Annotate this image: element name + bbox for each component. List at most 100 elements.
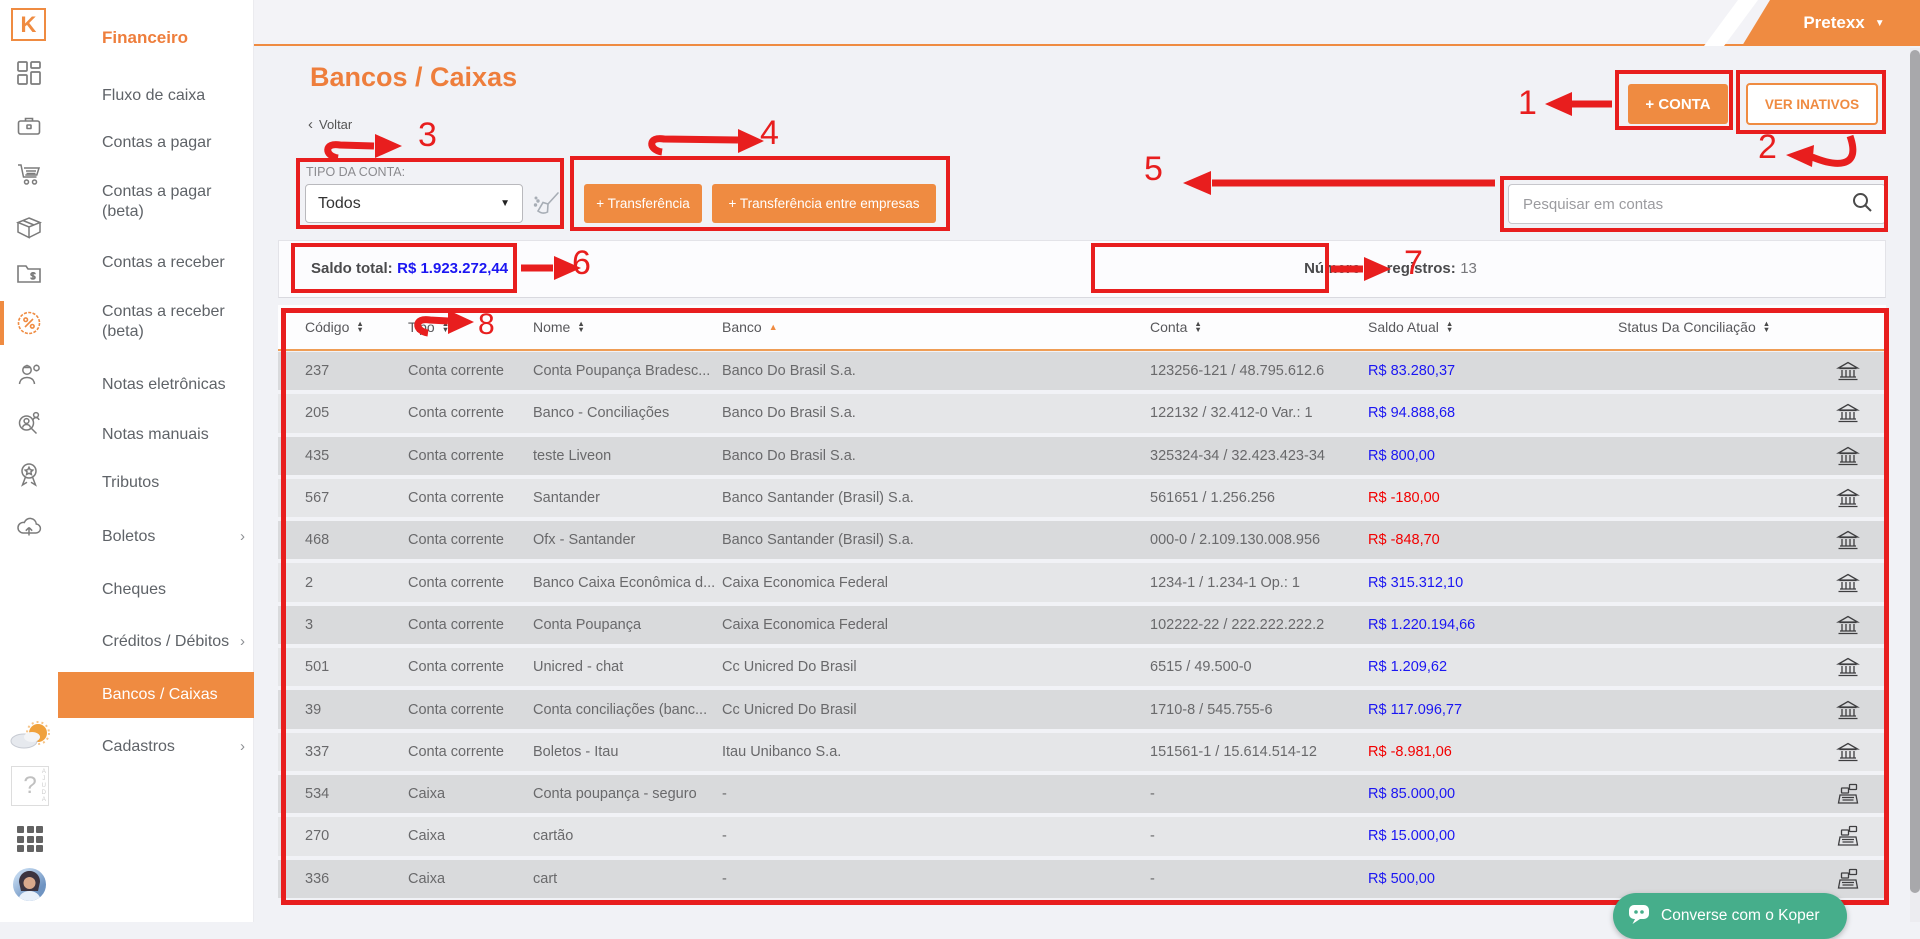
bank-icon[interactable] — [1836, 486, 1860, 510]
sidebar-item-contas-a-receber-beta-[interactable]: Contas a receber (beta) — [58, 292, 254, 352]
scrollbar-thumb[interactable] — [1910, 50, 1920, 893]
bank-icon[interactable] — [1836, 528, 1860, 552]
annotation-number-3: 3 — [418, 116, 437, 155]
sidebar-item-notas-eletr-nicas[interactable]: Notas eletrônicas — [58, 362, 254, 408]
cell-status — [1598, 444, 1886, 468]
table-row[interactable]: 205Conta correnteBanco - ConciliaçõesBan… — [278, 394, 1886, 432]
cell-saldo[interactable]: R$ 1.209,62 — [1368, 659, 1598, 675]
cell-banco: Caixa Economica Federal — [722, 617, 1150, 633]
table-row[interactable]: 534CaixaConta poupança - seguro--R$ 85.0… — [278, 775, 1886, 813]
sidebar-item-cr-ditos-d-bitos[interactable]: Créditos / Débitos› — [58, 619, 254, 665]
add-intercompany-transfer-button[interactable]: + Transferência entre empresas — [712, 184, 936, 223]
bank-icon[interactable] — [1836, 401, 1860, 425]
chevron-left-icon: ‹ — [308, 116, 313, 133]
percent-icon[interactable] — [15, 309, 43, 337]
sort-both-icon: ▲▼ — [577, 321, 584, 334]
table-row[interactable]: 270Caixacartão--R$ 15.000,00 — [278, 817, 1886, 855]
sidebar-item-tributos[interactable]: Tributos — [58, 460, 254, 506]
table-row[interactable]: 567Conta correnteSantanderBanco Santande… — [278, 479, 1886, 517]
cash-register-icon[interactable] — [1836, 782, 1860, 806]
people-search-icon[interactable] — [15, 409, 43, 437]
column-header-conta[interactable]: Conta▲▼ — [1150, 319, 1368, 335]
shopping-cart-icon[interactable] — [15, 160, 43, 188]
column-header-tipo[interactable]: Tipo▲▼ — [408, 319, 533, 335]
sidebar-item-cheques[interactable]: Cheques — [58, 567, 254, 613]
cell-saldo[interactable]: R$ 83.280,37 — [1368, 363, 1598, 379]
column-header-banco[interactable]: Banco▲ — [722, 319, 1150, 335]
cell-saldo[interactable]: R$ 85.000,00 — [1368, 786, 1598, 802]
back-label: Voltar — [319, 117, 352, 132]
sidebar-item-bancos-caixas[interactable]: Bancos / Caixas — [58, 672, 254, 718]
search-input[interactable] — [1521, 195, 1851, 214]
column-header-c-digo[interactable]: Código▲▼ — [278, 319, 408, 335]
cell-saldo[interactable]: R$ 117.096,77 — [1368, 702, 1598, 718]
cell-saldo[interactable]: R$ 94.888,68 — [1368, 405, 1598, 421]
bank-icon[interactable] — [1836, 444, 1860, 468]
sidebar-item-cadastros[interactable]: Cadastros› — [58, 724, 254, 770]
cloud-upload-icon[interactable] — [15, 512, 43, 540]
apps-grid-icon[interactable] — [17, 826, 43, 852]
table-row[interactable]: 337Conta correnteBoletos - ItauItau Unib… — [278, 733, 1886, 771]
back-link[interactable]: ‹ Voltar — [308, 116, 352, 133]
weather-icon[interactable] — [8, 720, 52, 752]
table-row[interactable]: 237Conta correnteConta Poupança Bradesc.… — [278, 352, 1886, 390]
cell-saldo[interactable]: R$ -848,70 — [1368, 532, 1598, 548]
table-row[interactable]: 501Conta correnteUnicred - chatCc Unicre… — [278, 648, 1886, 686]
help-icon[interactable]: ? A J U D A — [11, 766, 49, 806]
cell-nome: Conta conciliações (banc... — [533, 702, 722, 718]
chat-widget-button[interactable]: Converse com o Koper — [1613, 893, 1847, 939]
add-account-button[interactable]: + CONTA — [1628, 84, 1728, 124]
column-header-saldo-atual[interactable]: Saldo Atual▲▼ — [1368, 319, 1598, 335]
cell-saldo[interactable]: R$ 315.312,10 — [1368, 575, 1598, 591]
search-icon[interactable] — [1851, 191, 1873, 218]
total-balance: Saldo total: R$ 1.923.272,44 — [311, 260, 508, 278]
clear-filter-icon[interactable] — [530, 189, 562, 221]
sidebar-item-fluxo-de-caixa[interactable]: Fluxo de caixa — [58, 73, 254, 119]
table-row[interactable]: 39Conta correnteConta conciliações (banc… — [278, 690, 1886, 728]
sidebar-item-boletos[interactable]: Boletos› — [58, 514, 254, 560]
sidebar-item-notas-manuais[interactable]: Notas manuais — [58, 412, 254, 458]
app-logo[interactable]: K — [11, 8, 46, 41]
view-inactive-button[interactable]: VER INATIVOS — [1746, 83, 1878, 125]
award-ribbon-icon[interactable] — [15, 460, 43, 488]
cell-codigo: 237 — [278, 363, 408, 379]
sidebar-item-contas-a-pagar-beta-[interactable]: Contas a pagar (beta) — [58, 172, 254, 232]
cell-status — [1598, 782, 1886, 806]
bank-icon[interactable] — [1836, 613, 1860, 637]
table-row[interactable]: 468Conta correnteOfx - SantanderBanco Sa… — [278, 521, 1886, 559]
money-folder-icon[interactable] — [15, 259, 43, 287]
cell-status — [1598, 528, 1886, 552]
cell-saldo[interactable]: R$ 15.000,00 — [1368, 828, 1598, 844]
table-row[interactable]: 3Conta correnteConta PoupançaCaixa Econo… — [278, 606, 1886, 644]
column-header-label: Código — [305, 319, 349, 335]
cell-saldo[interactable]: R$ 800,00 — [1368, 448, 1598, 464]
cell-saldo[interactable]: R$ -180,00 — [1368, 490, 1598, 506]
bank-icon[interactable] — [1836, 359, 1860, 383]
bank-icon[interactable] — [1836, 571, 1860, 595]
sidebar-item-contas-a-pagar[interactable]: Contas a pagar — [58, 120, 254, 166]
sidebar-item-label: Cheques — [102, 580, 166, 600]
tenant-menu[interactable]: Pretexx ▼ — [1742, 0, 1920, 46]
cell-saldo[interactable]: R$ 500,00 — [1368, 871, 1598, 887]
cell-saldo[interactable]: R$ -8.981,06 — [1368, 744, 1598, 760]
package-box-icon[interactable] — [15, 214, 43, 242]
user-avatar[interactable] — [13, 868, 46, 901]
table-row[interactable]: 2Conta correnteBanco Caixa Econômica d..… — [278, 563, 1886, 601]
sidebar-item-contas-a-receber[interactable]: Contas a receber — [58, 240, 254, 286]
bank-icon[interactable] — [1836, 698, 1860, 722]
cell-tipo: Conta corrente — [408, 532, 533, 548]
cash-register-icon[interactable] — [1836, 867, 1860, 891]
dashboard-icon[interactable] — [15, 59, 43, 87]
bank-icon[interactable] — [1836, 740, 1860, 764]
cell-saldo[interactable]: R$ 1.220.194,66 — [1368, 617, 1598, 633]
bank-icon[interactable] — [1836, 655, 1860, 679]
worker-settings-icon[interactable] — [15, 360, 43, 388]
cash-register-icon[interactable] — [1836, 824, 1860, 848]
column-header-status-da-concilia-o[interactable]: Status Da Conciliação▲▼ — [1598, 319, 1886, 335]
add-transfer-button[interactable]: + Transferência — [584, 184, 702, 223]
column-header-label: Saldo Atual — [1368, 319, 1439, 335]
column-header-nome[interactable]: Nome▲▼ — [533, 319, 722, 335]
account-type-select[interactable]: Todos ▼ — [305, 184, 523, 223]
table-row[interactable]: 435Conta correnteteste LiveonBanco Do Br… — [278, 437, 1886, 475]
briefcase-icon[interactable] — [15, 112, 43, 140]
